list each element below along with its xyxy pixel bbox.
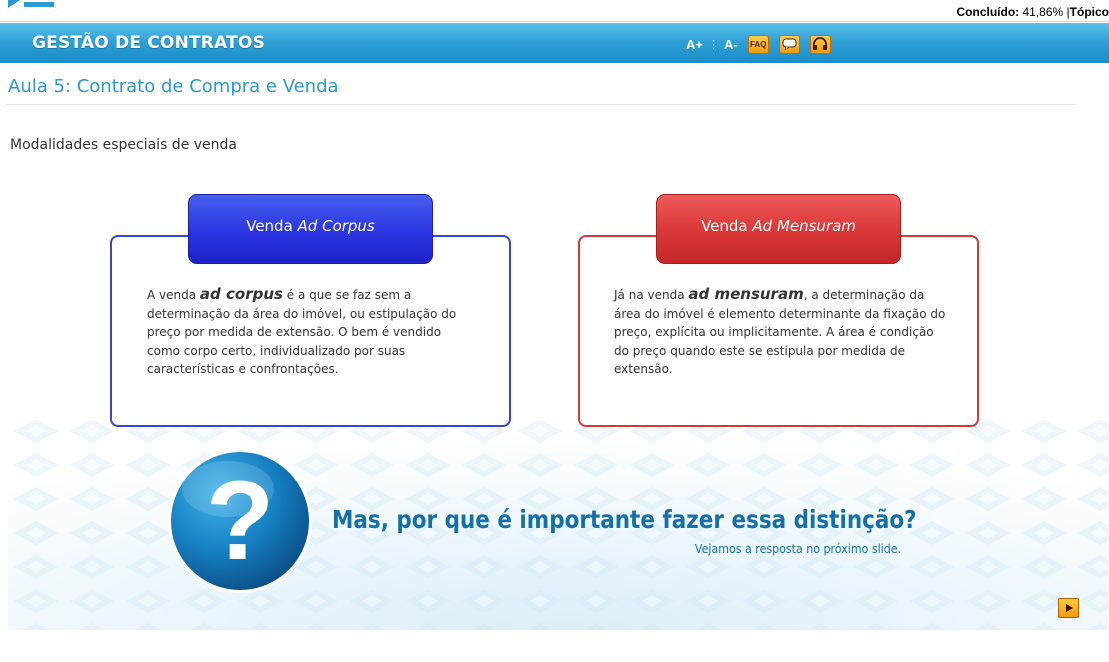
card-ad-mensuram-title: Venda Ad Mensuram (656, 194, 901, 264)
card-text-lead: Já na venda (614, 288, 685, 302)
faq-label: FAQ (749, 39, 767, 49)
toolbar-separator: ⋮ (707, 37, 719, 51)
card-text-term: ad mensuram (688, 285, 804, 303)
course-header: GESTÃO DE CONTRATOS A+ ⋮ A- FAQ (0, 23, 1109, 63)
section-heading: Modalidades especiais de venda (10, 137, 237, 153)
logo (8, 0, 54, 8)
card-ad-mensuram-text: Já na venda ad mensuram, a determinação … (614, 285, 949, 379)
question-subtext: Vejamos a resposta no próximo slide. (694, 542, 901, 556)
course-title: GESTÃO DE CONTRATOS (32, 33, 266, 53)
faq-icon[interactable]: FAQ (747, 34, 769, 54)
next-slide-button[interactable] (1058, 598, 1079, 618)
question-mark-icon: ? (168, 449, 312, 593)
question-text: Mas, por que é importante fazer essa dis… (332, 505, 917, 534)
card-title-prefix: Venda (246, 217, 293, 235)
lesson-title: Aula 5: Contrato de Compra e Venda (8, 76, 339, 97)
chat-icon[interactable] (778, 34, 800, 54)
card-ad-corpus-text: A venda ad corpus é a que se faz sem a d… (147, 285, 477, 379)
question-mark-glyph: ? (206, 458, 274, 583)
progress-value: 41,86% (1022, 5, 1064, 19)
topic-link[interactable]: Tópico (1070, 5, 1109, 19)
progress-indicator: Concluído: 41,86% |Tópico (957, 5, 1109, 19)
font-increase-button[interactable]: A+ (686, 37, 703, 52)
card-text-term: ad corpus (199, 285, 283, 303)
card-title-term: Ad Mensuram (752, 217, 856, 235)
progress-label: Concluído: (956, 5, 1020, 19)
card-ad-corpus-title: Venda Ad Corpus (188, 194, 433, 264)
card-text-lead: A venda (147, 288, 197, 302)
card-title-prefix: Venda (701, 217, 748, 235)
card-title-term: Ad Corpus (297, 217, 375, 235)
header-toolbar: A+ ⋮ A- FAQ (686, 34, 831, 54)
divider (6, 104, 1076, 105)
top-bar: Concluído: 41,86% |Tópico (0, 0, 1109, 22)
headphones-icon[interactable] (809, 34, 831, 54)
font-decrease-button[interactable]: A- (724, 37, 738, 52)
